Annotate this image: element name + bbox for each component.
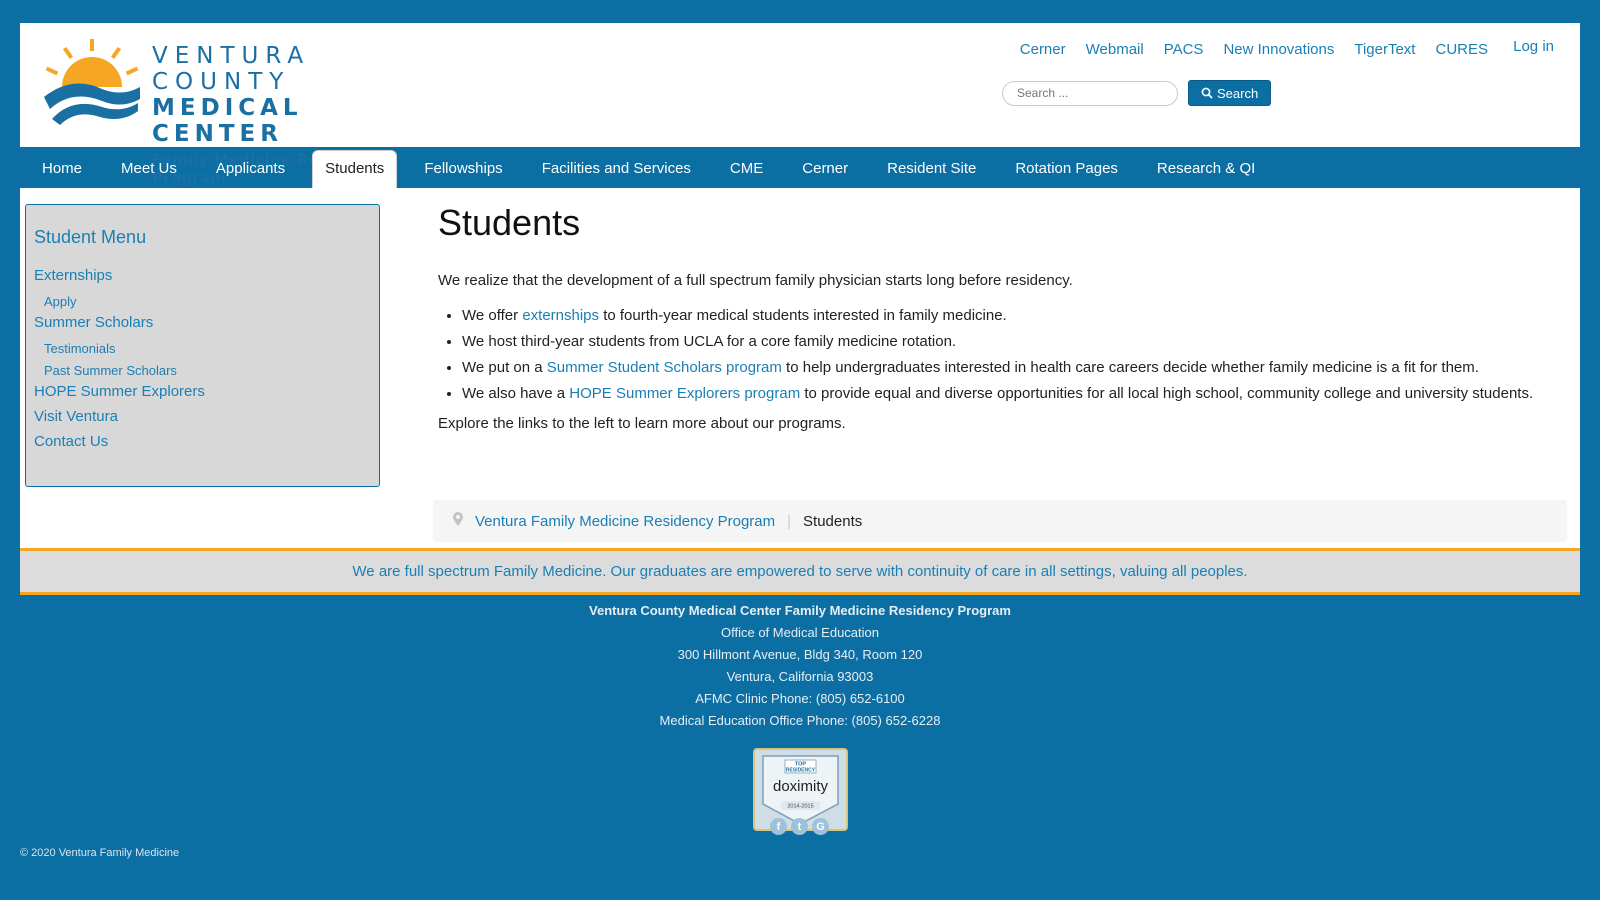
list-item-text: We also have a (462, 385, 570, 402)
list-item: We put on a Summer Student Scholars prog… (462, 355, 1558, 381)
page-title: Students (438, 202, 581, 243)
nav-students[interactable]: Students (312, 150, 398, 188)
list-item-text: We host third-year students from UCLA fo… (462, 333, 957, 350)
list-item-text: We put on a (462, 359, 547, 376)
nav-applicants[interactable]: Applicants (216, 150, 285, 188)
student-menu: Student Menu Externships Apply Summer Sc… (25, 204, 380, 487)
list-item-text: to help undergraduates interested in hea… (781, 359, 1479, 376)
nav-rotation-pages[interactable]: Rotation Pages (1015, 150, 1118, 188)
hope-explorers-program-link[interactable]: HOPE Summer Explorers program (569, 385, 800, 402)
nav-resident-site[interactable]: Resident Site (887, 150, 976, 188)
toplink-tigertext[interactable]: TigerText (1354, 41, 1415, 58)
site-footer: Ventura County Medical Center Family Med… (0, 603, 1600, 735)
search-input[interactable] (1002, 80, 1178, 106)
logo-line-2: MEDICAL CENTER (152, 95, 303, 147)
toplink-new-innovations[interactable]: New Innovations (1223, 41, 1334, 58)
toplink-webmail[interactable]: Webmail (1086, 41, 1144, 58)
student-menu-list: Externships Apply Summer Scholars Testim… (34, 267, 205, 458)
copyright: © 2020 Ventura Family Medicine (20, 847, 180, 859)
nav-cme[interactable]: CME (730, 150, 763, 188)
nav-home[interactable]: Home (42, 150, 82, 188)
nav-facilities-and-services[interactable]: Facilities and Services (542, 150, 691, 188)
site-logo[interactable]: VENTURA COUNTY MEDICAL CENTER Family Med… (42, 37, 412, 187)
footer-title: Ventura County Medical Center Family Med… (589, 603, 1011, 618)
main-nav: Home Meet Us Applicants Students Fellows… (20, 150, 1580, 188)
nav-meet-us[interactable]: Meet Us (121, 150, 177, 188)
article: Students We realize that the development… (438, 202, 1558, 432)
footer-line: 300 Hillmont Avenue, Bldg 340, Room 120 (677, 647, 923, 662)
mission-text: We are full spectrum Family Medicine. Ou… (352, 563, 1248, 580)
nav-cerner[interactable]: Cerner (802, 150, 848, 188)
sidebar-item-contact-us[interactable]: Contact Us (34, 433, 205, 458)
list-item: We also have a HOPE Summer Explorers pro… (462, 381, 1558, 407)
list-item-text: to fourth-year medical students interest… (599, 307, 1007, 324)
sidebar-item-externships[interactable]: Externships (34, 267, 205, 292)
program-list: We offer externships to fourth-year medi… (438, 303, 1558, 407)
sidebar-item-past-summer-scholars[interactable]: Past Summer Scholars (34, 361, 205, 383)
list-item-text: We offer (462, 307, 523, 324)
footer-line: Office of Medical Education (720, 625, 879, 640)
toplink-pacs[interactable]: PACS (1164, 41, 1204, 58)
sidebar-item-summer-scholars[interactable]: Summer Scholars (34, 314, 205, 339)
sidebar-item-visit-ventura[interactable]: Visit Ventura (34, 408, 205, 433)
student-menu-title: Student Menu (34, 227, 147, 247)
search-icon (1201, 87, 1213, 99)
sidebar-item-testimonials[interactable]: Testimonials (34, 339, 205, 361)
mission-banner: We are full spectrum Family Medicine. Ou… (20, 548, 1580, 595)
toplink-cures[interactable]: CURES (1435, 41, 1488, 58)
search-form: Search (1002, 80, 1272, 106)
breadcrumb-separator: | (787, 512, 792, 530)
list-item: We offer externships to fourth-year medi… (462, 303, 1558, 329)
outro-paragraph: Explore the links to the left to learn m… (438, 415, 846, 432)
sun-wave-logo-icon (44, 39, 140, 125)
footer-line: Ventura, California 93003 (726, 669, 874, 684)
externships-link[interactable]: externships (522, 307, 599, 324)
breadcrumb-current: Students (803, 512, 863, 530)
facebook-icon[interactable]: f (770, 818, 787, 835)
google-icon[interactable]: G (812, 818, 829, 835)
site-header: VENTURA COUNTY MEDICAL CENTER Family Med… (20, 23, 1580, 187)
login-link[interactable]: Log in (1513, 38, 1554, 55)
badge-years-text: 2014-2015 (787, 804, 813, 810)
main-content-area: Student Menu Externships Apply Summer Sc… (20, 188, 1580, 550)
nav-fellowships[interactable]: Fellowships (424, 150, 502, 188)
footer-line: AFMC Clinic Phone: (805) 652-6100 (695, 691, 905, 706)
breadcrumb: Ventura Family Medicine Residency Progra… (433, 500, 1567, 542)
sidebar-item-apply[interactable]: Apply (34, 292, 205, 314)
badge-residency-text: RESIDENCY (786, 768, 816, 774)
sidebar-item-hope-summer-explorers[interactable]: HOPE Summer Explorers (34, 383, 205, 408)
search-button[interactable]: Search (1188, 80, 1272, 106)
logo-line-1: VENTURA COUNTY (152, 43, 311, 95)
intro-paragraph: We realize that the development of a ful… (438, 272, 1073, 289)
twitter-icon[interactable]: t (791, 818, 808, 835)
search-button-label: Search (1217, 85, 1259, 101)
list-item: We host third-year students from UCLA fo… (462, 329, 1558, 355)
map-pin-icon (453, 512, 463, 530)
list-item-text: to provide equal and diverse opportuniti… (800, 385, 1534, 402)
social-links: f t G (770, 818, 829, 835)
summer-scholars-program-link[interactable]: Summer Student Scholars program (547, 359, 782, 376)
top-links: Cerner Webmail PACS New Innovations Tige… (1020, 41, 1488, 58)
breadcrumb-home-link[interactable]: Ventura Family Medicine Residency Progra… (475, 513, 775, 530)
footer-line: Medical Education Office Phone: (805) 65… (659, 713, 941, 728)
nav-research-qi[interactable]: Research & QI (1157, 150, 1255, 188)
badge-brand-text: doximity (773, 778, 829, 795)
toplink-cerner[interactable]: Cerner (1020, 41, 1066, 58)
